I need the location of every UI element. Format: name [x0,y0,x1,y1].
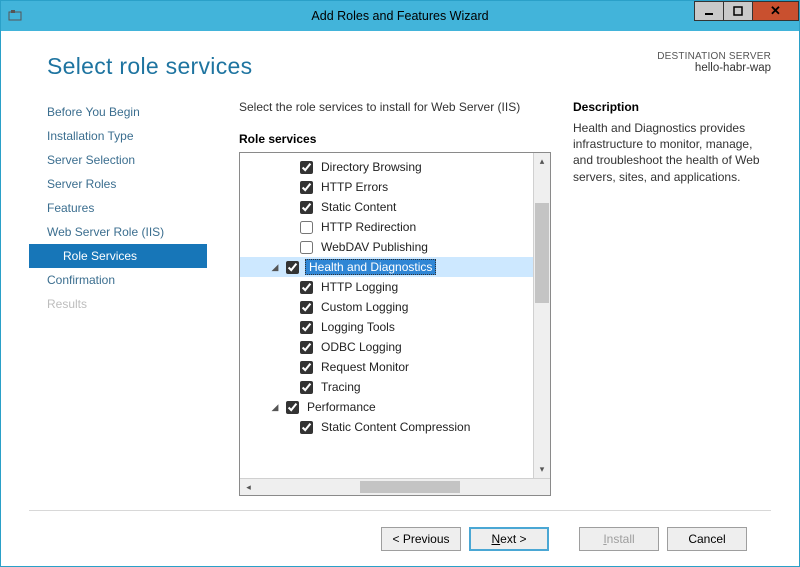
tree-node[interactable]: HTTP Logging [240,277,533,297]
minimize-button[interactable] [694,1,724,21]
tree-node-label: ODBC Logging [319,340,404,354]
window-title: Add Roles and Features Wizard [1,9,799,23]
app-icon [1,2,29,30]
page-title: Select role services [47,53,252,80]
tree-node[interactable]: HTTP Errors [240,177,533,197]
horizontal-scrollbar-thumb[interactable] [360,481,460,493]
next-button-label: Next > [491,532,526,546]
previous-button[interactable]: < Previous [381,527,461,551]
destination-info: DESTINATION SERVER hello-habr-wap [657,51,771,74]
tree-node-checkbox[interactable] [300,301,313,314]
instruction-text: Select the role services to install for … [239,100,551,114]
header-row: Select role services DESTINATION SERVER … [29,49,771,80]
description-column: Description Health and Diagnostics provi… [569,100,771,496]
maximize-button[interactable] [723,1,753,21]
titlebar: Add Roles and Features Wizard ✕ [1,1,799,31]
role-services-tree-container: Directory Browsing HTTP Errors Static Cont… [239,152,551,496]
install-button-label: Install [603,532,634,546]
tree-node[interactable]: Custom Logging [240,297,533,317]
tree-node[interactable]: Tracing [240,377,533,397]
tree-node-label: HTTP Errors [319,180,390,194]
cancel-button[interactable]: Cancel [667,527,747,551]
center-column: Select the role services to install for … [207,100,569,496]
tree-node[interactable]: ODBC Logging [240,337,533,357]
collapse-icon[interactable]: ◢ [268,260,282,274]
wizard-footer: < Previous Next > Install Cancel [29,510,771,566]
tree-node-label: Static Content Compression [319,420,472,434]
tree-scroll-area: Directory Browsing HTTP Errors Static Cont… [240,153,550,478]
nav-item[interactable]: Installation Type [29,124,207,148]
vertical-scrollbar[interactable]: ▴ ▾ [533,153,550,478]
tree-node-checkbox[interactable] [300,421,313,434]
tree-node[interactable]: Static Content [240,197,533,217]
nav-item[interactable]: Server Selection [29,148,207,172]
tree-node-label: Performance [305,400,378,414]
tree-node[interactable]: Directory Browsing [240,157,533,177]
role-services-tree[interactable]: Directory Browsing HTTP Errors Static Cont… [240,153,533,478]
vertical-scrollbar-thumb[interactable] [535,203,549,303]
content-area: Select role services DESTINATION SERVER … [1,31,799,566]
nav-item[interactable]: Web Server Role (IIS) [29,220,207,244]
tree-node-label: Static Content [319,200,398,214]
tree-node-checkbox[interactable] [300,341,313,354]
nav-item[interactable]: Role Services [29,244,207,268]
cancel-button-label: Cancel [688,532,725,546]
destination-host: hello-habr-wap [657,62,771,74]
tree-node-label: Logging Tools [319,320,397,334]
nav-item[interactable]: Before You Begin [29,100,207,124]
tree-node-checkbox[interactable] [300,381,313,394]
tree-node-checkbox[interactable] [300,241,313,254]
tree-node-label: Custom Logging [319,300,410,314]
horizontal-scrollbar[interactable]: ◂ ▸ [240,478,550,495]
tree-node-label: Tracing [319,380,363,394]
tree-node[interactable]: WebDAV Publishing [240,237,533,257]
tree-node-checkbox[interactable] [286,401,299,414]
tree-node-checkbox[interactable] [300,201,313,214]
tree-node[interactable]: Request Monitor [240,357,533,377]
tree-node-label: Health and Diagnostics [305,259,436,275]
tree-node[interactable]: Logging Tools [240,317,533,337]
tree-node-checkbox[interactable] [300,221,313,234]
tree-node-label: HTTP Logging [319,280,400,294]
nav-item: Results [29,292,207,316]
tree-node-checkbox[interactable] [300,181,313,194]
close-button[interactable]: ✕ [752,1,799,21]
main-row: Before You BeginInstallation TypeServer … [29,100,771,496]
tree-node-label: HTTP Redirection [319,220,418,234]
window-controls: ✕ [695,1,799,23]
scroll-down-icon[interactable]: ▾ [534,461,550,478]
tree-node[interactable]: HTTP Redirection [240,217,533,237]
tree-node-label: Directory Browsing [319,160,424,174]
tree-node-checkbox[interactable] [300,281,313,294]
scrollbar-corner [533,479,550,496]
nav-item[interactable]: Features [29,196,207,220]
collapse-icon[interactable]: ◢ [268,400,282,414]
tree-node-checkbox[interactable] [300,321,313,334]
tree-node-label: WebDAV Publishing [319,240,430,254]
tree-node[interactable]: Static Content Compression [240,417,533,437]
tree-node-checkbox[interactable] [300,361,313,374]
scroll-left-icon[interactable]: ◂ [240,479,257,496]
tree-node-checkbox[interactable] [286,261,299,274]
wizard-nav: Before You BeginInstallation TypeServer … [29,100,207,496]
install-button: Install [579,527,659,551]
description-label: Description [573,100,771,114]
description-text: Health and Diagnostics provides infrastr… [573,120,771,185]
previous-button-label: < Previous [392,532,449,546]
tree-node[interactable]: ◢ Performance [240,397,533,417]
group-label: Role services [239,132,551,146]
next-button[interactable]: Next > [469,527,549,551]
tree-node[interactable]: ◢ Health and Diagnostics [240,257,533,277]
tree-node-checkbox[interactable] [300,161,313,174]
nav-item[interactable]: Server Roles [29,172,207,196]
nav-item[interactable]: Confirmation [29,268,207,292]
scroll-up-icon[interactable]: ▴ [534,153,550,170]
destination-label: DESTINATION SERVER [657,51,771,62]
tree-node-label: Request Monitor [319,360,411,374]
wizard-window: Add Roles and Features Wizard ✕ Select r… [0,0,800,567]
